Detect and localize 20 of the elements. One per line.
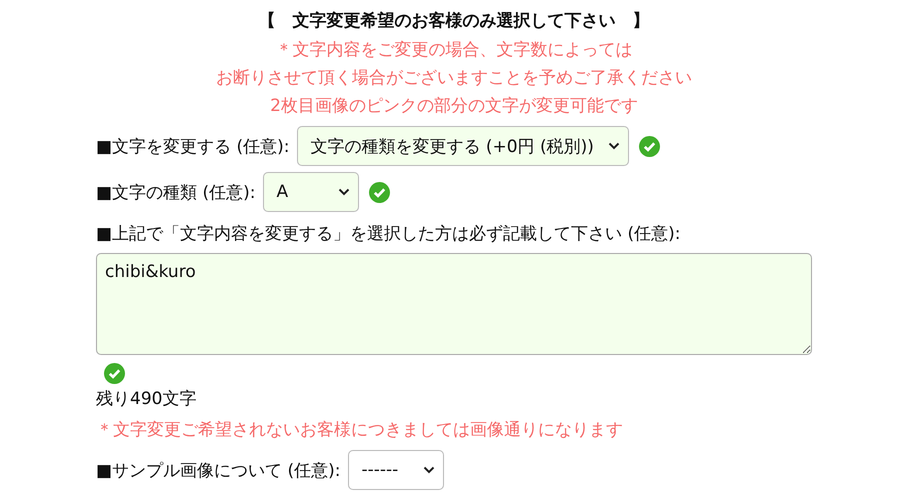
notice-text: お断りさせて頂く場合がございますことを予めご了承ください [216,67,692,90]
check-icon [369,182,390,202]
character-count: 残り490文字 [96,388,196,411]
dropdown[interactable]: 文字の種類を変更する (+0円 (税別)) [297,126,629,166]
section-heading: 【 文字変更希望のお客様のみ選択して下さい 】 [258,10,650,33]
check-icon [104,363,125,384]
notice-text: 2枚目画像のピンクの部分の文字が変更可能です [270,95,638,118]
field-label: ■サンプル画像について (任意): [96,460,340,482]
notice-text: ＊文字内容をご変更の場合、文字数によっては [276,39,632,62]
chevron-icon [608,142,620,150]
chevron-icon [423,466,436,474]
check-icon [638,136,660,156]
chevron-icon [338,188,350,196]
text-area[interactable]: chibi&kuro [96,253,812,355]
field-label: ■上記で「文字内容を変更する」を選択した方は必ず記載して下さい (任意): [96,223,680,245]
notice-text: ＊文字変更ご希望されないお客様につきましては画像通りになります [96,419,624,442]
dropdown[interactable]: A [263,172,360,212]
dropdown[interactable]: ------ [348,450,444,490]
field-label: ■文字の種類 (任意): [96,182,256,204]
field-label: ■文字を変更する (任意): [96,136,290,158]
